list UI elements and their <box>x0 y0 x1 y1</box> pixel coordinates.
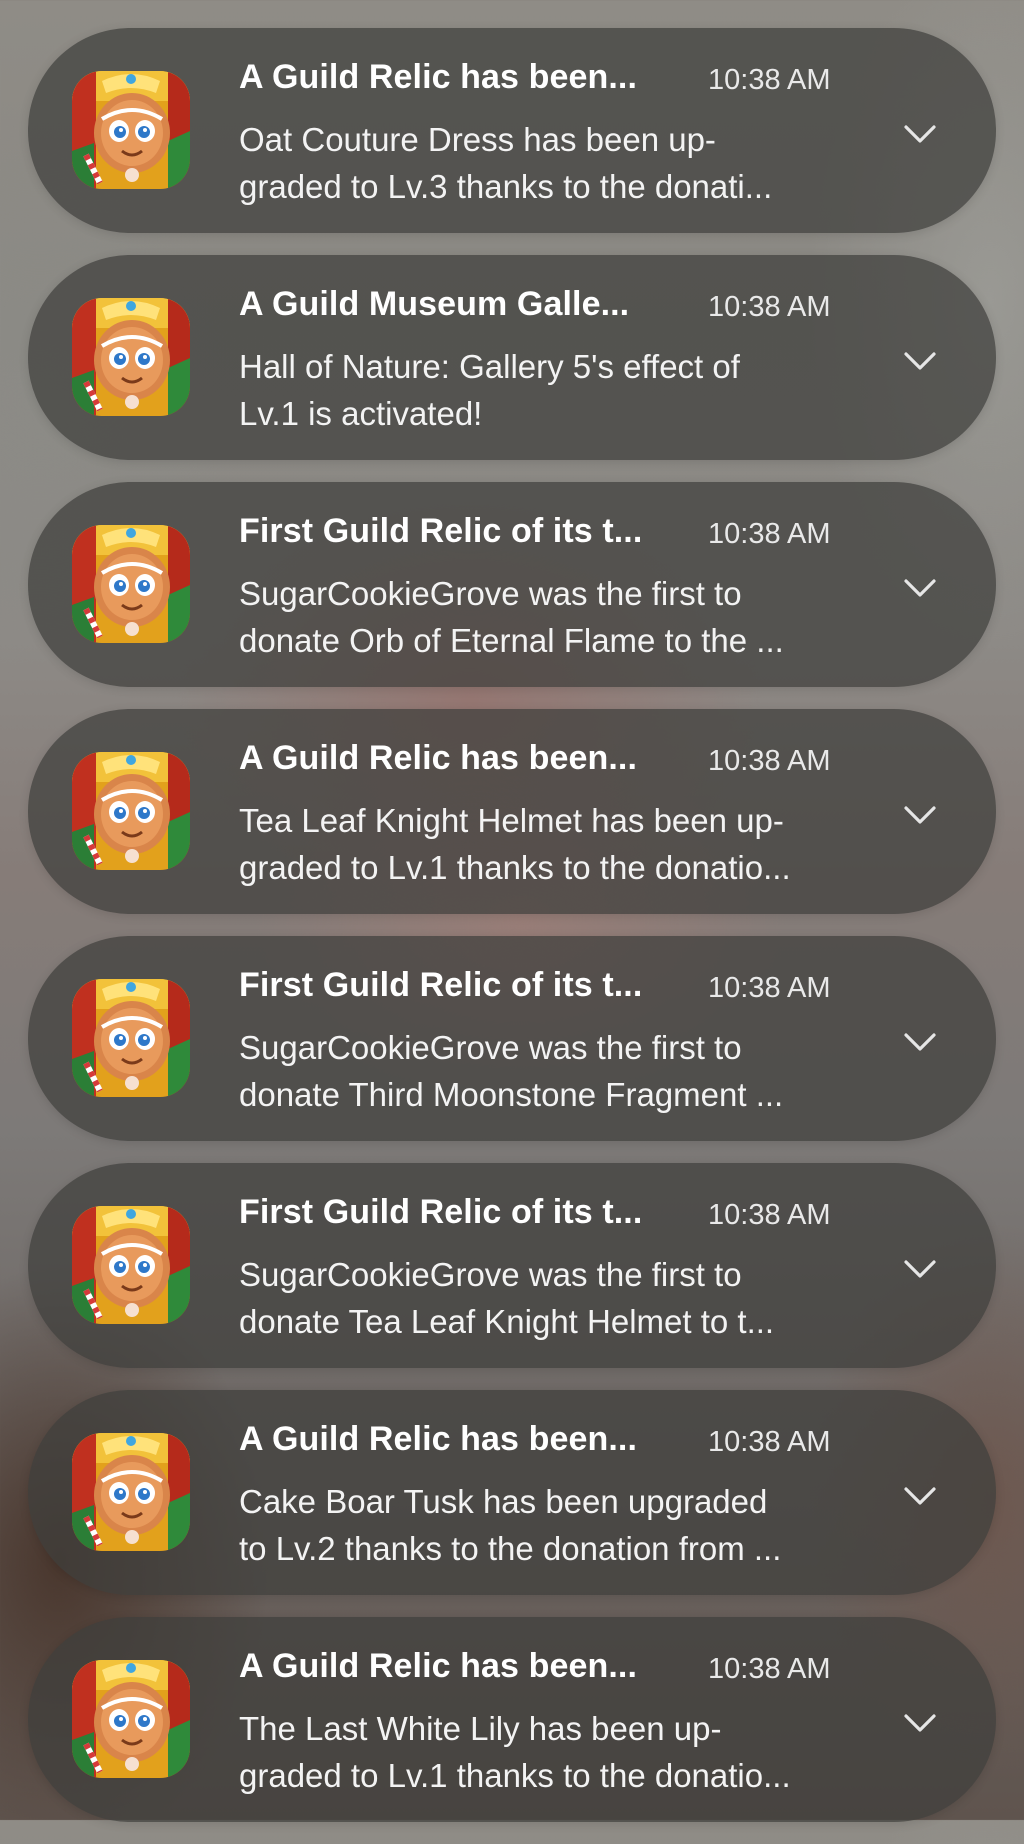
notification-body: SugarCookieGrove was the first to donate… <box>239 1251 879 1345</box>
notification-body: The Last White Lily has been up- graded … <box>239 1705 879 1799</box>
notification-time: 10:38 AM <box>708 518 831 550</box>
notification-card[interactable]: First Guild Relic of its t... 10:38 AM S… <box>28 1163 996 1368</box>
cookie-run-app-icon <box>72 1433 190 1551</box>
notification-title: A Guild Relic has been... <box>239 739 637 777</box>
notification-time: 10:38 AM <box>708 64 831 96</box>
notification-body: SugarCookieGrove was the first to donate… <box>239 570 879 664</box>
notification-body-line-2: donate Tea Leaf Knight Helmet to t... <box>239 1303 775 1340</box>
notification-body-line-1: SugarCookieGrove was the first to <box>239 1256 742 1293</box>
cookie-run-app-icon <box>72 752 190 870</box>
notification-time: 10:38 AM <box>708 291 831 323</box>
notification-title: A Guild Museum Galle... <box>239 285 630 323</box>
notification-body-line-2: to Lv.2 thanks to the donation from ... <box>239 1530 782 1567</box>
cookie-run-app-icon <box>72 525 190 643</box>
notification-list: A Guild Relic has been... 10:38 AM Oat C… <box>28 28 996 1844</box>
notification-body: Cake Boar Tusk has been upgraded to Lv.2… <box>239 1478 879 1572</box>
notification-card[interactable]: A Guild Relic has been... 10:38 AM The L… <box>28 1617 996 1822</box>
notification-body-line-1: SugarCookieGrove was the first to <box>239 1029 742 1066</box>
notification-time: 10:38 AM <box>708 972 831 1004</box>
notification-body-line-1: SugarCookieGrove was the first to <box>239 575 742 612</box>
chevron-down-icon[interactable] <box>900 1028 940 1056</box>
notification-time: 10:38 AM <box>708 1653 831 1685</box>
notification-body-line-1: Cake Boar Tusk has been upgraded <box>239 1483 768 1520</box>
notification-body-line-1: The Last White Lily has been up- <box>239 1710 722 1747</box>
notification-title: First Guild Relic of its t... <box>239 1193 643 1231</box>
notification-card[interactable]: A Guild Relic has been... 10:38 AM Oat C… <box>28 28 996 233</box>
notification-time: 10:38 AM <box>708 745 831 777</box>
notification-title: A Guild Relic has been... <box>239 58 637 96</box>
notification-time: 10:38 AM <box>708 1426 831 1458</box>
notification-body-line-2: graded to Lv.3 thanks to the donati... <box>239 168 773 205</box>
notification-body-line-1: Oat Couture Dress has been up- <box>239 121 716 158</box>
notification-card[interactable]: A Guild Relic has been... 10:38 AM Cake … <box>28 1390 996 1595</box>
chevron-down-icon[interactable] <box>900 347 940 375</box>
chevron-down-icon[interactable] <box>900 1255 940 1283</box>
notification-card[interactable]: First Guild Relic of its t... 10:38 AM S… <box>28 482 996 687</box>
chevron-down-icon[interactable] <box>900 1482 940 1510</box>
notification-card[interactable]: A Guild Museum Galle... 10:38 AM Hall of… <box>28 255 996 460</box>
notification-title: First Guild Relic of its t... <box>239 512 643 550</box>
notification-body: Tea Leaf Knight Helmet has been up- grad… <box>239 797 879 891</box>
cookie-run-app-icon <box>72 1660 190 1778</box>
chevron-down-icon[interactable] <box>900 1709 940 1737</box>
notification-title: A Guild Relic has been... <box>239 1420 637 1458</box>
notification-body-line-2: graded to Lv.1 thanks to the donatio... <box>239 1757 791 1794</box>
notification-time: 10:38 AM <box>708 1199 831 1231</box>
chevron-down-icon[interactable] <box>900 574 940 602</box>
cookie-run-app-icon <box>72 1206 190 1324</box>
notification-body-line-2: donate Third Moonstone Fragment ... <box>239 1076 784 1113</box>
notification-title: First Guild Relic of its t... <box>239 966 643 1004</box>
cookie-run-app-icon <box>72 979 190 1097</box>
notification-body-line-2: Lv.1 is activated! <box>239 395 483 432</box>
chevron-down-icon[interactable] <box>900 120 940 148</box>
notification-body: Hall of Nature: Gallery 5's effect of Lv… <box>239 343 879 437</box>
notification-card[interactable]: First Guild Relic of its t... 10:38 AM S… <box>28 936 996 1141</box>
notification-shade: { "notifications": [ { "title": "A Guild… <box>0 0 1024 1822</box>
notification-body: SugarCookieGrove was the first to donate… <box>239 1024 879 1118</box>
cookie-run-app-icon <box>72 71 190 189</box>
notification-body: Oat Couture Dress has been up- graded to… <box>239 116 879 210</box>
notification-body-line-1: Tea Leaf Knight Helmet has been up- <box>239 802 784 839</box>
notification-card[interactable]: A Guild Relic has been... 10:38 AM Tea L… <box>28 709 996 914</box>
notification-body-line-2: donate Orb of Eternal Flame to the ... <box>239 622 784 659</box>
cookie-run-app-icon <box>72 298 190 416</box>
chevron-down-icon[interactable] <box>900 801 940 829</box>
notification-title: A Guild Relic has been... <box>239 1647 637 1685</box>
notification-body-line-2: graded to Lv.1 thanks to the donatio... <box>239 849 791 886</box>
notification-body-line-1: Hall of Nature: Gallery 5's effect of <box>239 348 740 385</box>
